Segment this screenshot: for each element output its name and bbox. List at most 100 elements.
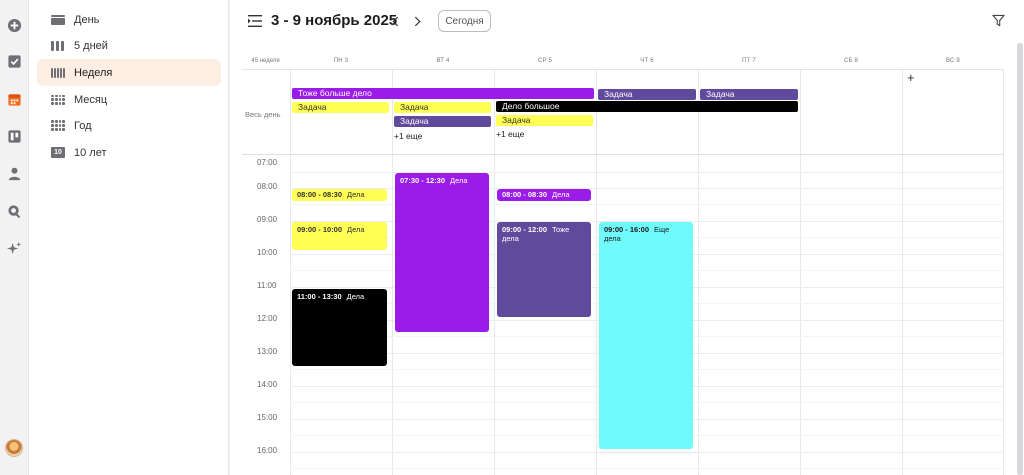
column-divider xyxy=(596,70,597,475)
day-header-sat[interactable]: СБ 8 xyxy=(800,52,902,69)
vertical-scrollbar[interactable] xyxy=(1017,43,1023,475)
hour-label: 07:00 xyxy=(257,158,278,167)
event-block[interactable]: 09:00 - 12:00 Тоже дела xyxy=(497,222,591,317)
more-events-link[interactable]: +1 еще xyxy=(496,129,524,139)
calendar-icon[interactable] xyxy=(6,91,22,107)
time-grid[interactable]: Весь день + Тоже больше дело Задача Зада… xyxy=(242,69,1004,475)
sidebar-item-label: День xyxy=(74,13,100,26)
event-block[interactable]: 11:00 - 13:30 Дела xyxy=(292,289,387,366)
event-time: 11:00 - 13:30 xyxy=(297,292,342,301)
event-time: 09:00 - 16:00 xyxy=(604,225,650,234)
event-time: 08:00 - 08:30 xyxy=(502,190,548,199)
day-header-fri[interactable]: ПТ 7 xyxy=(698,52,800,69)
event-block[interactable]: 09:00 - 16:00 Еще дела xyxy=(599,222,693,449)
hour-label: 09:00 xyxy=(257,215,278,224)
event-title: Дела xyxy=(346,292,365,301)
event-time: 07:30 - 12:30 xyxy=(400,176,446,185)
search-icon[interactable] xyxy=(6,203,22,219)
add-icon[interactable] xyxy=(6,17,22,33)
add-event-icon[interactable]: + xyxy=(907,70,915,85)
user-avatar[interactable] xyxy=(5,439,23,457)
hour-label: 15:00 xyxy=(257,413,278,422)
calendar-toolbar: 3 - 9 ноябрь 2025 Сегодня xyxy=(230,0,1024,42)
half-hour-line xyxy=(290,468,1004,469)
day-header-tue[interactable]: ВТ 4 xyxy=(392,52,494,69)
hour-label: 16:00 xyxy=(257,446,278,455)
event-title: Дела xyxy=(347,225,365,234)
view-week-icon xyxy=(51,67,65,78)
view-5days-icon xyxy=(51,40,65,51)
allday-event[interactable]: Задача xyxy=(394,102,491,113)
date-range-title: 3 - 9 ноябрь 2025 xyxy=(271,12,398,29)
event-block[interactable]: 08:00 - 08:30 Дела xyxy=(292,189,387,201)
allday-divider xyxy=(242,154,1004,155)
allday-event[interactable]: Задача xyxy=(496,115,593,126)
sidebar-item-week[interactable]: Неделя xyxy=(37,59,221,86)
column-divider xyxy=(1003,70,1004,475)
view-day-icon xyxy=(51,14,65,25)
event-block[interactable]: 08:00 - 08:30 Дела xyxy=(497,189,591,201)
event-title: Дела xyxy=(347,190,365,199)
event-block[interactable]: 09:00 - 10:00 Дела xyxy=(292,222,387,250)
sidebar-item-month[interactable]: Месяц xyxy=(37,86,221,113)
allday-event[interactable]: Дело большое xyxy=(496,101,798,112)
prev-week-button[interactable] xyxy=(388,13,402,29)
board-icon[interactable] xyxy=(6,128,22,144)
hour-label: 14:00 xyxy=(257,380,278,389)
sidebar-toggle-icon[interactable] xyxy=(248,14,262,27)
event-title: Дела xyxy=(450,176,468,185)
day-header-sun[interactable]: ВС 9 xyxy=(902,52,1004,69)
week-number: 45 неделя xyxy=(251,57,280,64)
day-header-mon[interactable]: ПН 3 xyxy=(290,52,392,69)
allday-event[interactable]: Задача xyxy=(700,89,798,100)
event-block[interactable]: 07:30 - 12:30 Дела xyxy=(395,173,489,332)
checkbox-icon[interactable] xyxy=(6,53,22,69)
sidebar-item-label: 10 лет xyxy=(74,146,107,159)
column-divider xyxy=(800,70,801,475)
sidebar-item-label: Месяц xyxy=(74,93,108,106)
day-header-wed[interactable]: СР 5 xyxy=(494,52,596,69)
column-divider xyxy=(698,70,699,475)
view-sidebar: День 5 дней Неделя Месяц Год 10 10 лет xyxy=(29,0,229,475)
sidebar-item-label: 5 дней xyxy=(74,39,108,52)
sidebar-item-5days[interactable]: 5 дней xyxy=(37,32,221,59)
scrollbar-thumb[interactable] xyxy=(1017,43,1023,475)
more-events-link[interactable]: +1 еще xyxy=(394,131,422,141)
sidebar-item-day[interactable]: День xyxy=(37,6,221,33)
view-10years-icon: 10 xyxy=(51,147,65,158)
allday-label: Весь день xyxy=(245,110,281,119)
sidebar-item-10years[interactable]: 10 10 лет xyxy=(37,139,221,166)
app-rail xyxy=(0,0,29,475)
sidebar-item-label: Год xyxy=(74,119,92,132)
column-divider xyxy=(494,70,495,475)
hour-label: 11:00 xyxy=(257,281,277,290)
allday-event[interactable]: Задача xyxy=(292,102,389,113)
event-time: 09:00 - 10:00 xyxy=(297,225,343,234)
hour-label: 12:00 xyxy=(257,314,278,323)
hour-label: 10:00 xyxy=(257,248,278,257)
column-divider xyxy=(392,70,393,475)
sidebar-item-year[interactable]: Год xyxy=(37,112,221,139)
sparkle-icon[interactable] xyxy=(6,240,22,256)
hour-label: 08:00 xyxy=(257,182,278,191)
allday-event[interactable]: Тоже больше дело xyxy=(292,88,594,99)
calendar-main: 3 - 9 ноябрь 2025 Сегодня 45 неделя ПН 3… xyxy=(230,0,1024,475)
hour-line xyxy=(290,452,1004,453)
view-month-icon xyxy=(51,94,65,105)
sidebar-item-label: Неделя xyxy=(74,66,113,79)
week-grid: 45 неделя ПН 3 ВТ 4 СР 5 ЧТ 6 ПТ 7 СБ 8 … xyxy=(242,52,1004,475)
event-time: 08:00 - 08:30 xyxy=(297,190,343,199)
chevron-left-icon xyxy=(391,16,398,26)
view-year-icon xyxy=(51,120,65,131)
next-week-button[interactable] xyxy=(410,13,424,29)
today-button[interactable]: Сегодня xyxy=(438,10,491,32)
day-header-thu[interactable]: ЧТ 6 xyxy=(596,52,698,69)
column-divider xyxy=(290,70,291,475)
filter-icon[interactable] xyxy=(992,14,1006,28)
allday-event[interactable]: Задача xyxy=(598,89,696,100)
chevron-right-icon xyxy=(414,16,421,26)
allday-event[interactable]: Задача xyxy=(394,116,491,127)
event-title: Дела xyxy=(552,190,570,199)
event-time: 09:00 - 12:00 xyxy=(502,225,548,234)
user-icon[interactable] xyxy=(6,165,22,181)
